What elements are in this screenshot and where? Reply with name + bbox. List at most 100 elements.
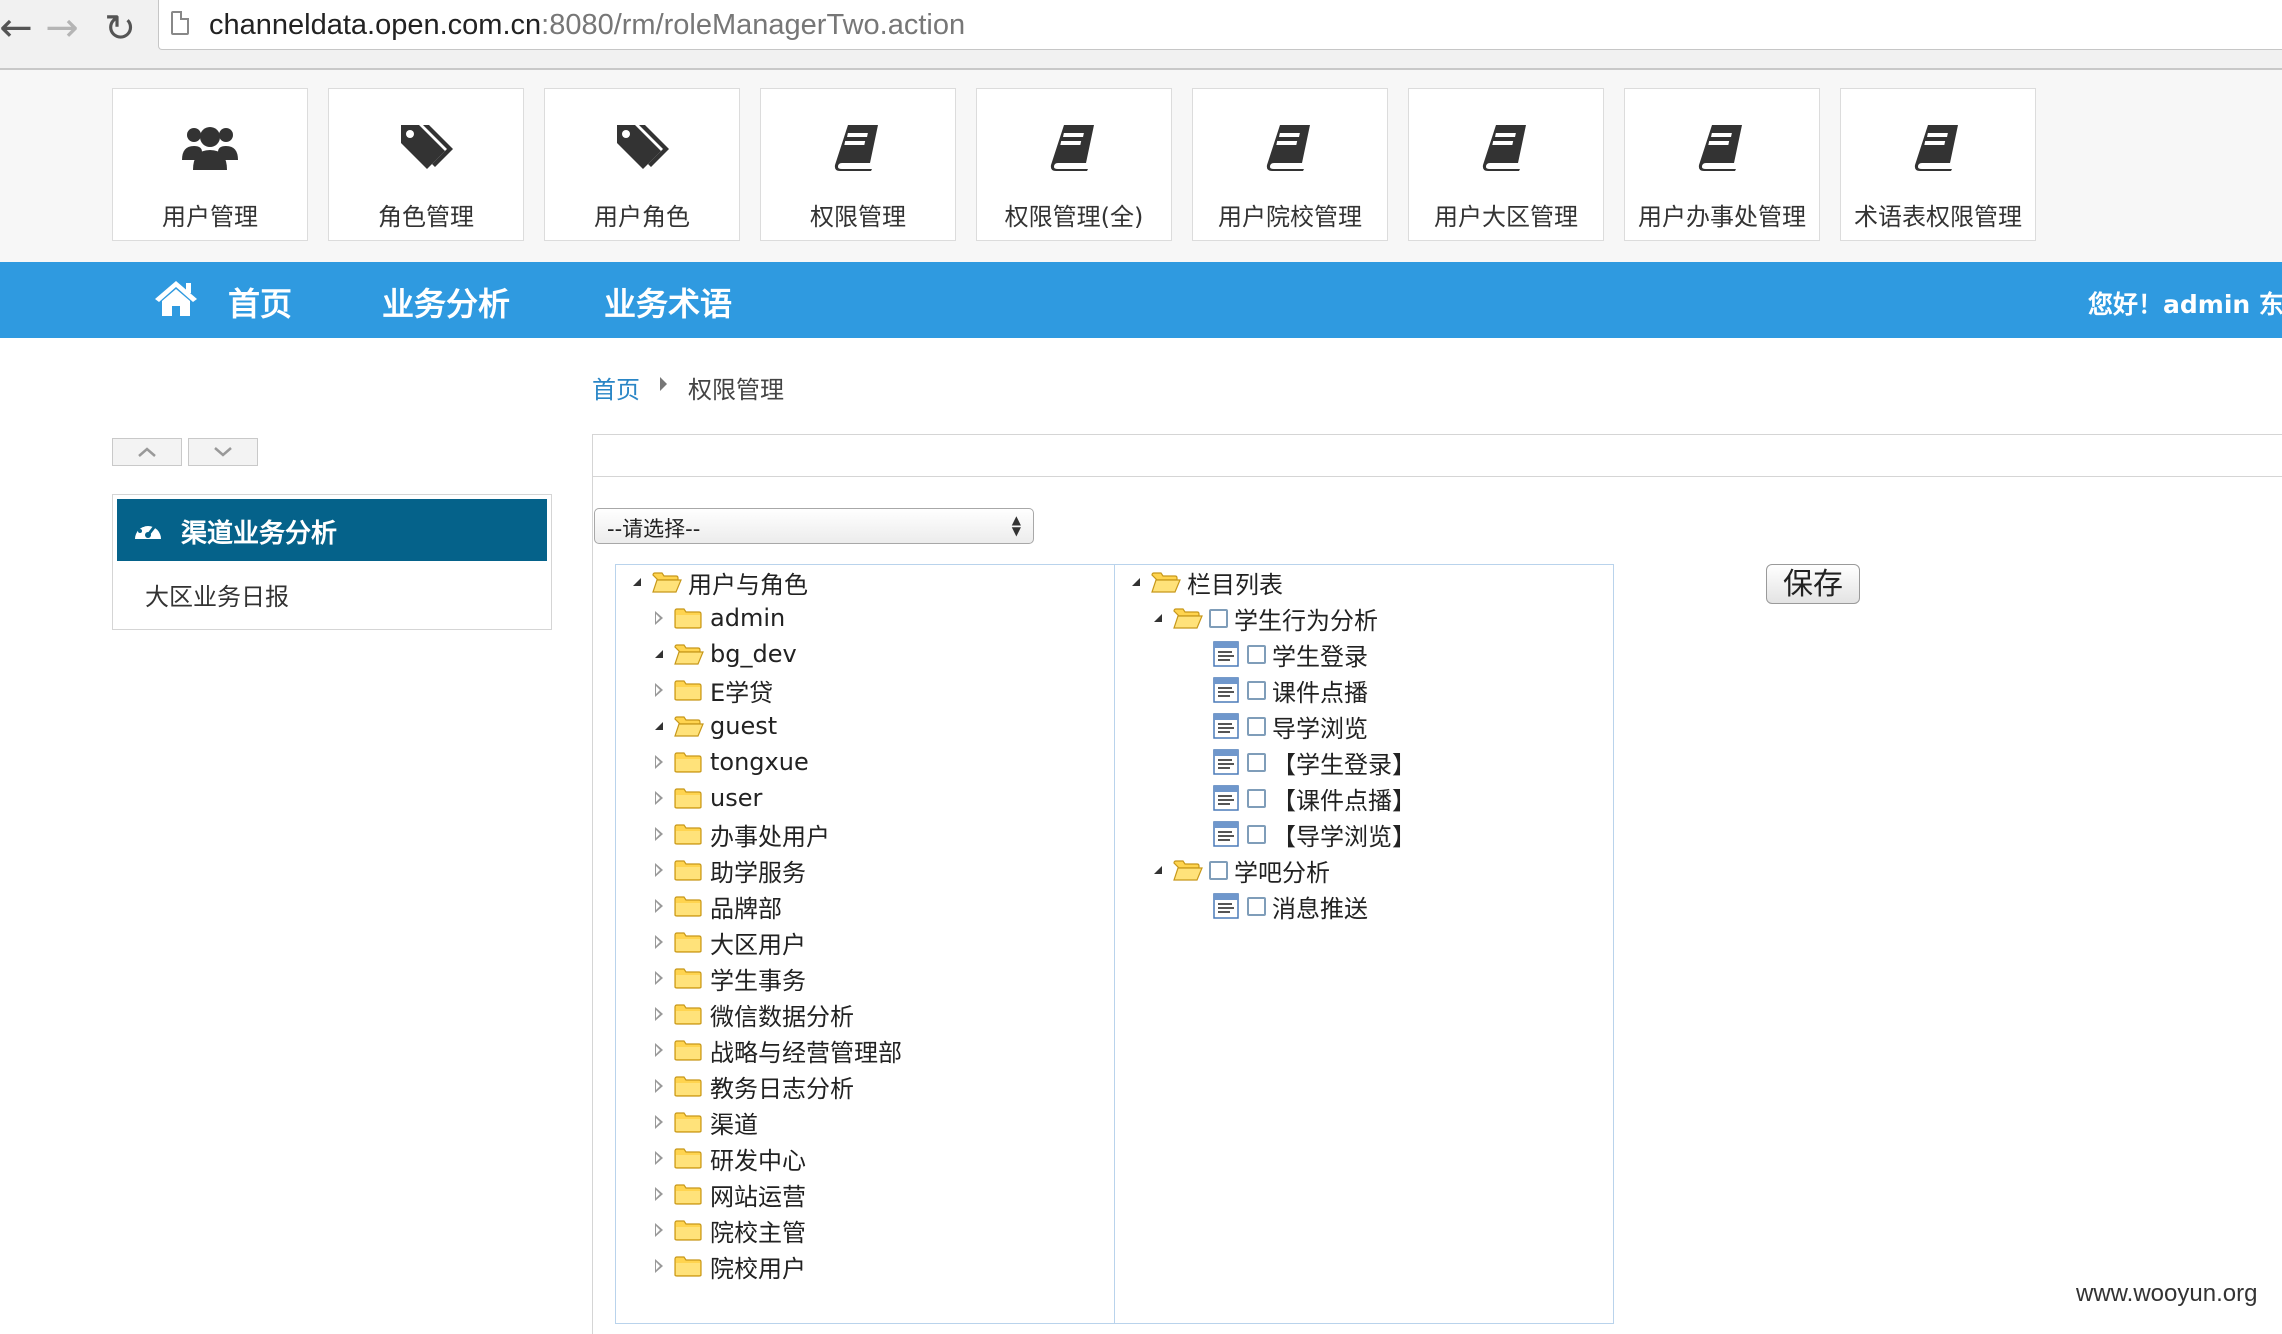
expand-closed-icon[interactable] [648, 853, 670, 887]
tree-node-leaf[interactable]: 【学生登录】 [1213, 745, 1416, 779]
tree-root-users-roles[interactable]: 用户与角色 [626, 565, 808, 599]
tree-checkbox[interactable] [1247, 896, 1266, 916]
folder-icon [674, 966, 704, 990]
expand-closed-icon[interactable] [648, 817, 670, 851]
tree-checkbox[interactable] [1247, 788, 1266, 808]
expand-closed-icon[interactable] [648, 1177, 670, 1211]
tree-checkbox[interactable] [1209, 608, 1228, 628]
tree-node-label: user [710, 784, 763, 812]
tile-permission-management-all[interactable]: 权限管理(全) [976, 88, 1172, 241]
tree-checkbox[interactable] [1247, 716, 1266, 736]
tile-label: 用户办事处管理 [1638, 203, 1806, 231]
tree-node-role[interactable]: bg_dev [648, 637, 797, 671]
expand-closed-icon[interactable] [648, 673, 670, 707]
tree-node-role[interactable]: 院校主管 [648, 1213, 806, 1247]
nav-home[interactable]: 首页 [228, 279, 292, 325]
tree-node-role[interactable]: user [648, 781, 762, 815]
expand-down-button[interactable] [188, 438, 258, 466]
tree-checkbox[interactable] [1247, 680, 1266, 700]
expand-open-icon[interactable] [1147, 853, 1169, 887]
tile-permission-management[interactable]: 权限管理 [760, 88, 956, 241]
expand-closed-icon[interactable] [648, 961, 670, 995]
expand-open-icon[interactable] [1147, 601, 1169, 635]
tree-node-role[interactable]: 学生事务 [648, 961, 806, 995]
expand-closed-icon[interactable] [648, 1069, 670, 1103]
folder-icon [674, 786, 704, 810]
tile-user-management[interactable]: 用户管理 [112, 88, 308, 241]
save-button[interactable]: 保存 [1766, 564, 1860, 604]
tree-checkbox[interactable] [1247, 752, 1266, 772]
forward-arrow-icon[interactable]: → [40, 5, 84, 51]
tile-user-school-management[interactable]: 用户院校管理 [1192, 88, 1388, 241]
column-tree-panel: 栏目列表 学生行为分析 学生登录 课件点播 导学浏览 【学生登录】 【课件点播】 【导学浏览】… [1114, 564, 1614, 1324]
tile-user-role[interactable]: 用户角色 [544, 88, 740, 241]
expand-closed-icon[interactable] [648, 1249, 670, 1283]
url-text[interactable]: channeldata.open.com.cn:8080/rm/roleMana… [209, 8, 965, 42]
expand-open-icon[interactable] [1125, 565, 1147, 599]
tree-node-role[interactable]: 助学服务 [648, 853, 806, 887]
folder-icon [674, 678, 704, 702]
tree-node-role[interactable]: admin [648, 601, 785, 635]
tree-node-role[interactable]: tongxue [648, 745, 809, 779]
sidebar-item-region-daily[interactable]: 大区业务日报 [145, 577, 289, 612]
expand-closed-icon[interactable] [648, 1213, 670, 1247]
nav-business-analysis[interactable]: 业务分析 [382, 279, 510, 325]
expand-closed-icon[interactable] [648, 889, 670, 923]
tile-glossary-permission-management[interactable]: 术语表权限管理 [1840, 88, 2036, 241]
tree-node-role[interactable]: 教务日志分析 [648, 1069, 854, 1103]
expand-closed-icon[interactable] [648, 1141, 670, 1175]
tree-node-role[interactable]: guest [648, 709, 777, 743]
book-icon [1625, 119, 1819, 175]
tree-node-label: 消息推送 [1272, 894, 1368, 923]
page-icon [171, 11, 189, 35]
expand-closed-icon[interactable] [648, 997, 670, 1031]
tree-node-role[interactable]: 战略与经营管理部 [648, 1033, 902, 1067]
role-select[interactable]: --请选择-- ▲ ▼ [594, 508, 1034, 544]
expand-open-icon[interactable] [648, 709, 670, 743]
tree-node-leaf[interactable]: 消息推送 [1213, 889, 1368, 923]
tree-node-leaf[interactable]: 学生登录 [1213, 637, 1368, 671]
tree-checkbox[interactable] [1209, 860, 1228, 880]
tree-node-role[interactable]: 大区用户 [648, 925, 806, 959]
tree-node-role[interactable]: 微信数据分析 [648, 997, 854, 1031]
tree-node-leaf[interactable]: 【导学浏览】 [1213, 817, 1416, 851]
expand-closed-icon[interactable] [648, 781, 670, 815]
tree-node-label: admin [710, 604, 786, 632]
home-icon[interactable] [153, 279, 199, 321]
tile-user-office-management[interactable]: 用户办事处管理 [1624, 88, 1820, 241]
expand-closed-icon[interactable] [648, 601, 670, 635]
address-bar[interactable]: channeldata.open.com.cn:8080/rm/roleMana… [158, 0, 2282, 50]
tree-node-group[interactable]: 学吧分析 [1147, 853, 1330, 887]
tree-checkbox[interactable] [1247, 824, 1266, 844]
sidebar-item-label: 渠道业务分析 [181, 519, 338, 549]
sidebar-item-channel-analysis[interactable]: 渠道业务分析 [117, 499, 547, 561]
tree-node-leaf[interactable]: 【课件点播】 [1213, 781, 1416, 815]
expand-open-icon[interactable] [626, 565, 648, 599]
tree-node-role[interactable]: 渠道 [648, 1105, 758, 1139]
expand-closed-icon[interactable] [648, 745, 670, 779]
back-arrow-icon[interactable]: ← [0, 5, 38, 51]
tree-node-leaf[interactable]: 导学浏览 [1213, 709, 1368, 743]
expand-closed-icon[interactable] [648, 1033, 670, 1067]
tree-node-role[interactable]: 办事处用户 [648, 817, 830, 851]
folder-icon [674, 1218, 704, 1242]
tree-node-role[interactable]: E学贷 [648, 673, 773, 707]
tile-user-region-management[interactable]: 用户大区管理 [1408, 88, 1604, 241]
nav-business-terms[interactable]: 业务术语 [604, 279, 732, 325]
expand-closed-icon[interactable] [648, 1105, 670, 1139]
tree-node-role[interactable]: 网站运营 [648, 1177, 806, 1211]
tree-node-label: 教务日志分析 [710, 1074, 854, 1103]
tree-root-column-list[interactable]: 栏目列表 [1125, 565, 1283, 599]
expand-closed-icon[interactable] [648, 925, 670, 959]
tile-role-management[interactable]: 角色管理 [328, 88, 524, 241]
tree-node-leaf[interactable]: 课件点播 [1213, 673, 1368, 707]
tree-node-role[interactable]: 品牌部 [648, 889, 782, 923]
expand-open-icon[interactable] [648, 637, 670, 671]
tree-node-role[interactable]: 研发中心 [648, 1141, 806, 1175]
tree-checkbox[interactable] [1247, 644, 1266, 664]
collapse-up-button[interactable] [112, 438, 182, 466]
breadcrumb-home[interactable]: 首页 [592, 370, 640, 405]
reload-icon[interactable]: ↻ [98, 6, 142, 50]
tree-node-role[interactable]: 院校用户 [648, 1249, 806, 1283]
tree-node-group[interactable]: 学生行为分析 [1147, 601, 1378, 635]
